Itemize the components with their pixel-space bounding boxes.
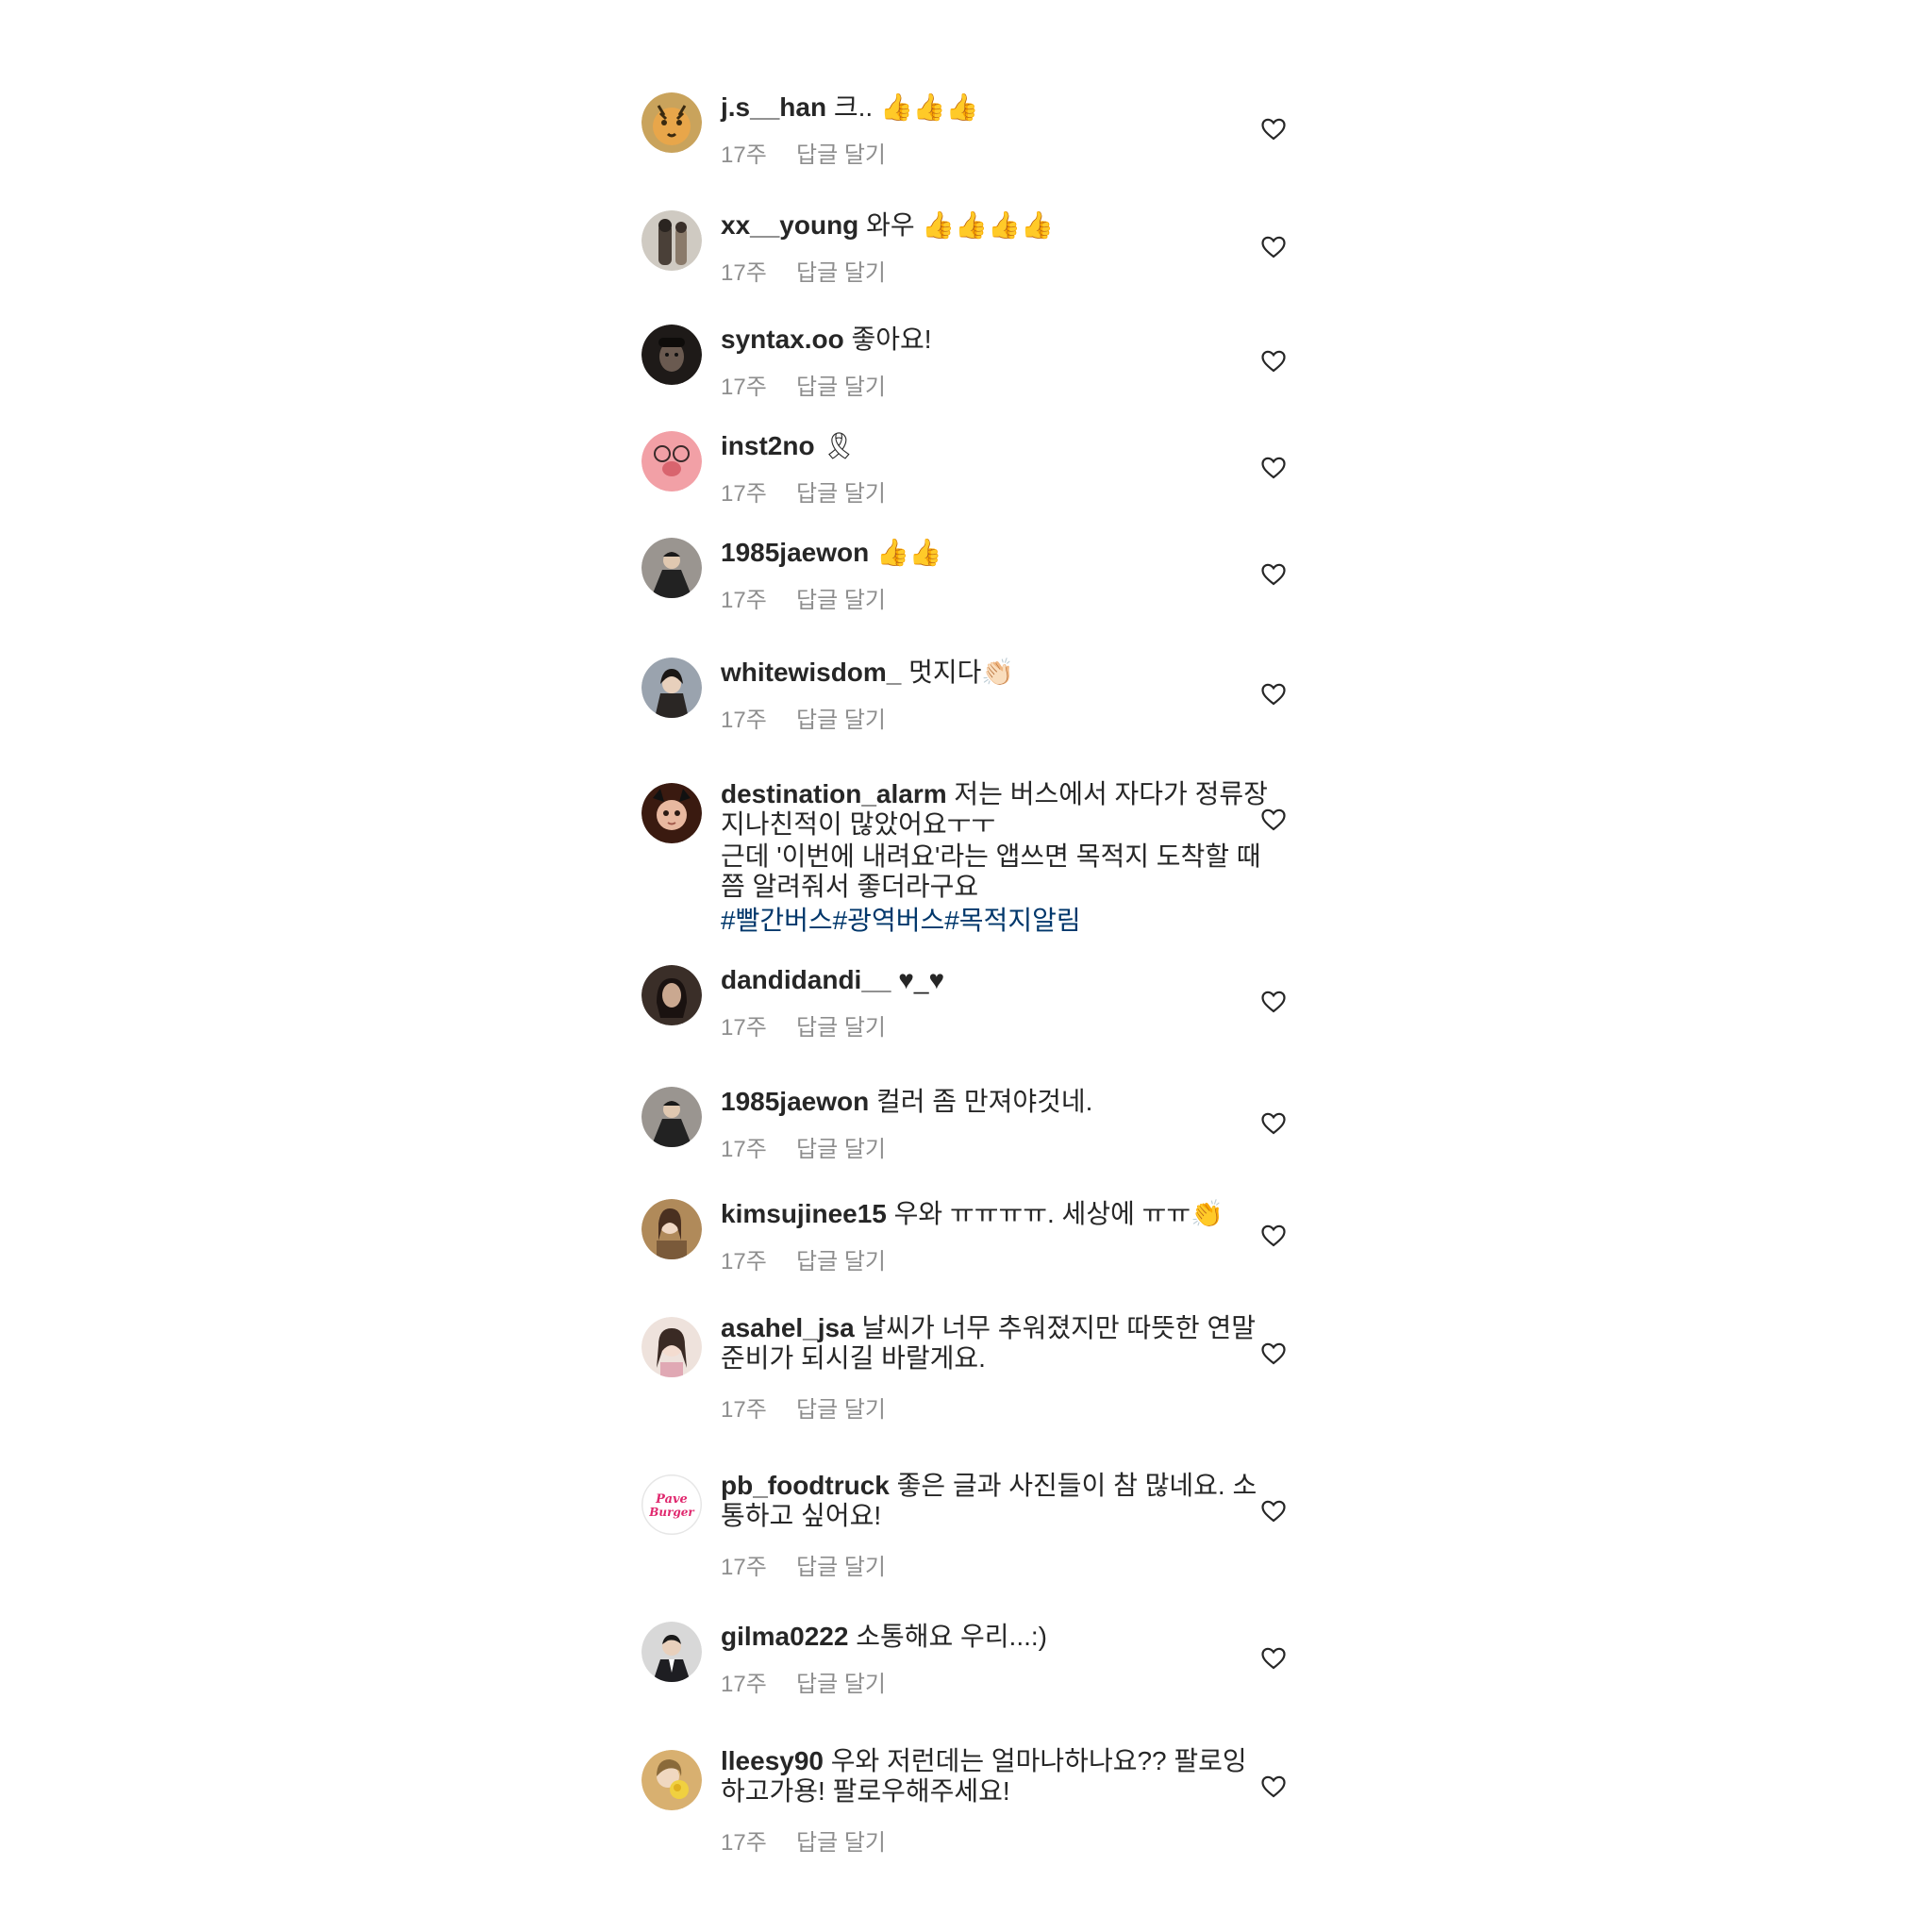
comment-username[interactable]: 1985jaewon <box>721 538 869 567</box>
comment-time: 17주 <box>721 708 767 733</box>
reply-button[interactable]: 답글 달기 <box>796 1249 886 1274</box>
comment-username[interactable]: kimsujinee15 <box>721 1199 887 1228</box>
avatar[interactable] <box>641 965 702 1025</box>
avatar[interactable] <box>641 658 702 718</box>
avatar[interactable] <box>641 431 702 491</box>
reply-button[interactable]: 답글 달기 <box>796 1397 886 1423</box>
comment-username[interactable]: inst2no <box>721 431 815 460</box>
comment-text: 크.. 👍👍👍 <box>833 92 979 122</box>
comment-username[interactable]: pb_foodtruck <box>721 1471 890 1500</box>
avatar[interactable] <box>641 325 702 385</box>
heart-outline-icon[interactable] <box>1261 683 1286 706</box>
comment-time: 17주 <box>721 1249 767 1274</box>
reply-button[interactable]: 답글 달기 <box>796 1672 886 1697</box>
comment-username[interactable]: j.s__han <box>721 92 826 122</box>
comment-text: 컬러 좀 만져야것네. <box>875 1087 1093 1116</box>
heart-outline-icon[interactable] <box>1261 236 1286 258</box>
reply-button[interactable]: 답글 달기 <box>796 1830 886 1856</box>
comment-text: 소통해요 우리...:) <box>856 1622 1047 1651</box>
comment-username[interactable]: syntax.oo <box>721 325 844 354</box>
comment-text: 좋아요! <box>851 325 932 354</box>
heart-outline-icon[interactable] <box>1261 1647 1286 1670</box>
comment-text: 우와 ㅠㅠㅠㅠ. 세상에 ㅠㅠ👏 <box>893 1199 1224 1228</box>
comment-time: 17주 <box>721 142 767 168</box>
comment-text: 🎗 <box>822 431 856 460</box>
comment-username[interactable]: whitewisdom_ <box>721 658 901 687</box>
comment-time: 17주 <box>721 1015 767 1041</box>
reply-button[interactable]: 답글 달기 <box>796 375 886 400</box>
comment-hashtags[interactable]: #빨간버스#광역버스#목적지알림 <box>721 906 1081 935</box>
heart-outline-icon[interactable] <box>1261 1342 1286 1365</box>
heart-outline-icon[interactable] <box>1261 991 1286 1013</box>
reply-button[interactable]: 답글 달기 <box>796 1555 886 1580</box>
avatar[interactable] <box>641 210 702 271</box>
heart-outline-icon[interactable] <box>1261 1112 1286 1135</box>
heart-outline-icon[interactable] <box>1261 1775 1286 1798</box>
comment-text: 멋지다👏🏻 <box>908 658 1015 687</box>
comment-time: 17주 <box>721 1830 767 1856</box>
heart-outline-icon[interactable] <box>1261 118 1286 141</box>
avatar[interactable] <box>641 1199 702 1259</box>
reply-button[interactable]: 답글 달기 <box>796 588 886 613</box>
comment-time: 17주 <box>721 1137 767 1162</box>
comment-time: 17주 <box>721 481 767 507</box>
reply-button[interactable]: 답글 달기 <box>796 1015 886 1041</box>
reply-button[interactable]: 답글 달기 <box>796 260 886 286</box>
comment-time: 17주 <box>721 1555 767 1580</box>
comment-time: 17주 <box>721 1397 767 1423</box>
comment-time: 17주 <box>721 375 767 400</box>
comment-username[interactable]: gilma0222 <box>721 1622 848 1651</box>
avatar[interactable] <box>641 783 702 843</box>
avatar[interactable] <box>641 1622 702 1682</box>
heart-outline-icon[interactable] <box>1261 1224 1286 1247</box>
comment-time: 17주 <box>721 1672 767 1697</box>
comment-username[interactable]: asahel_jsa <box>721 1313 855 1342</box>
comment-time: 17주 <box>721 260 767 286</box>
comment-username[interactable]: 1985jaewon <box>721 1087 869 1116</box>
svg-text:Pave: Pave <box>655 1492 688 1507</box>
reply-button[interactable]: 답글 달기 <box>796 1137 886 1162</box>
heart-outline-icon[interactable] <box>1261 563 1286 586</box>
svg-text:Burger: Burger <box>648 1506 695 1519</box>
comment-username[interactable]: dandidandi__ <box>721 965 891 994</box>
comment-text: 와우 👍👍👍👍 <box>866 210 1054 240</box>
avatar[interactable] <box>641 1317 702 1377</box>
reply-button[interactable]: 답글 달기 <box>796 142 886 168</box>
comment-text-continued: 근데 '이번에 내려요'라는 앱쓰면 목적지 도착할 때쯤 알려줘서 좋더라구요 <box>721 841 1261 901</box>
heart-outline-icon[interactable] <box>1261 1500 1286 1523</box>
avatar[interactable] <box>641 1750 702 1810</box>
reply-button[interactable]: 답글 달기 <box>796 708 886 733</box>
comment-username[interactable]: lleesy90 <box>721 1746 824 1775</box>
reply-button[interactable]: 답글 달기 <box>796 481 886 507</box>
avatar[interactable]: Pave Burger <box>641 1474 702 1535</box>
comment-username[interactable]: destination_alarm <box>721 779 947 808</box>
heart-outline-icon[interactable] <box>1261 457 1286 479</box>
avatar[interactable] <box>641 538 702 598</box>
comment-username[interactable]: xx__young <box>721 210 858 240</box>
avatar[interactable] <box>641 92 702 153</box>
comment-text: 👍👍 <box>875 538 942 567</box>
comment-text: ♥_♥ <box>898 965 945 994</box>
avatar[interactable] <box>641 1087 702 1147</box>
heart-outline-icon[interactable] <box>1261 808 1286 831</box>
comment-time: 17주 <box>721 588 767 613</box>
heart-outline-icon[interactable] <box>1261 350 1286 373</box>
